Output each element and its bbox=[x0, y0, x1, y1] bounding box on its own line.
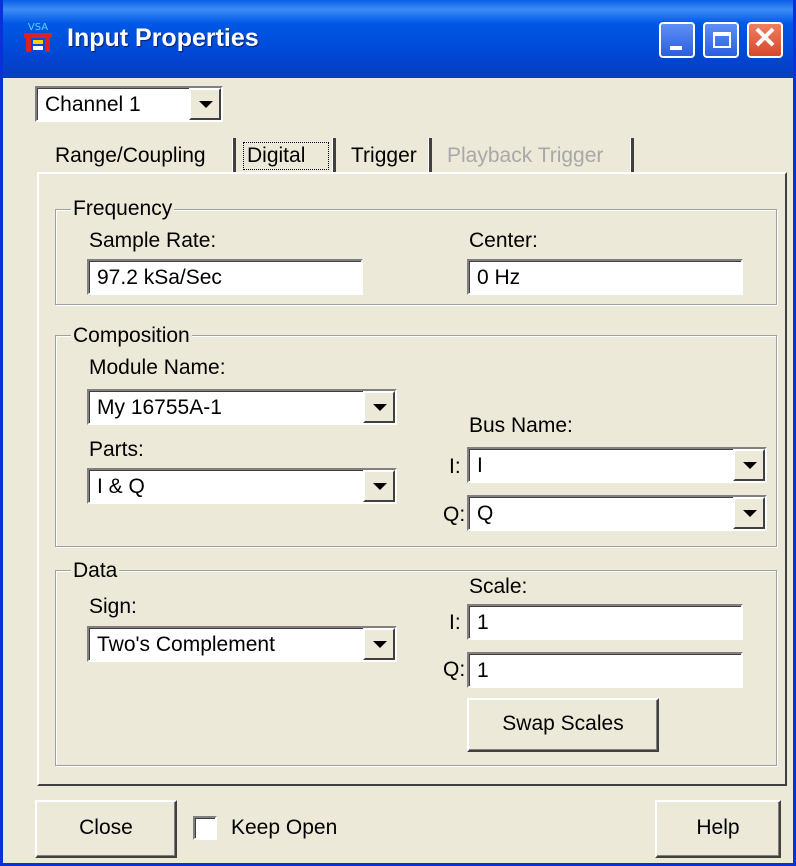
parts-value: I & Q bbox=[97, 475, 145, 498]
bus-i-label: I: bbox=[449, 455, 461, 478]
frequency-group-title: Frequency bbox=[71, 196, 175, 222]
window-title: Input Properties bbox=[67, 24, 259, 52]
minimize-icon bbox=[670, 46, 682, 50]
scale-label: Scale: bbox=[469, 575, 528, 598]
keep-open-checkbox[interactable] bbox=[193, 816, 217, 840]
keep-open-label: Keep Open bbox=[231, 816, 338, 839]
scale-q-input[interactable]: 1 bbox=[467, 652, 743, 688]
sign-label: Sign: bbox=[89, 595, 137, 618]
channel-select-value: Channel 1 bbox=[45, 93, 141, 116]
bus-q-value: Q bbox=[477, 502, 494, 525]
app-icon: VSA bbox=[24, 22, 52, 52]
scale-i-label: I: bbox=[449, 611, 461, 634]
close-button[interactable]: Close bbox=[35, 800, 177, 858]
bus-i-value: I bbox=[477, 454, 483, 477]
tab-focus-ring bbox=[243, 142, 329, 170]
bus-i-select[interactable]: I bbox=[467, 447, 767, 483]
tab-separator bbox=[333, 138, 336, 174]
chevron-down-icon bbox=[743, 510, 757, 517]
tab-separator bbox=[233, 138, 236, 174]
bus-q-select[interactable]: Q bbox=[467, 495, 767, 531]
bus-i-dropdown-button[interactable] bbox=[733, 449, 765, 481]
help-button[interactable]: Help bbox=[655, 800, 781, 858]
input-properties-window: VSA Input Properties ✕ Channel 1 Range/C… bbox=[0, 0, 796, 866]
parts-label: Parts: bbox=[89, 438, 144, 461]
svg-text:VSA: VSA bbox=[28, 22, 48, 33]
chevron-down-icon bbox=[373, 641, 387, 648]
chevron-down-icon bbox=[743, 462, 757, 469]
center-input[interactable]: 0 Hz bbox=[467, 259, 743, 295]
tab-playback-trigger[interactable]: Playback Trigger bbox=[441, 136, 609, 176]
close-window-button[interactable]: ✕ bbox=[747, 22, 783, 58]
maximize-button[interactable] bbox=[703, 22, 739, 58]
channel-select-dropdown-button[interactable] bbox=[189, 88, 221, 120]
module-name-label: Module Name: bbox=[89, 356, 226, 379]
parts-select[interactable]: I & Q bbox=[87, 468, 397, 504]
bus-q-dropdown-button[interactable] bbox=[733, 497, 765, 529]
bus-q-label: Q: bbox=[443, 503, 466, 526]
tab-range-coupling[interactable]: Range/Coupling bbox=[49, 136, 212, 176]
data-group-title: Data bbox=[71, 558, 120, 584]
chevron-down-icon bbox=[199, 101, 213, 108]
minimize-button[interactable] bbox=[659, 22, 695, 58]
scale-q-label: Q: bbox=[443, 658, 466, 681]
channel-select[interactable]: Channel 1 bbox=[35, 86, 223, 122]
scale-i-input[interactable]: 1 bbox=[467, 604, 743, 640]
parts-dropdown-button[interactable] bbox=[363, 470, 395, 502]
title-bar[interactable]: VSA Input Properties ✕ bbox=[3, 0, 793, 78]
module-name-value: My 16755A-1 bbox=[97, 396, 222, 419]
sample-rate-input[interactable]: 97.2 kSa/Sec bbox=[87, 259, 363, 295]
center-label: Center: bbox=[469, 229, 538, 252]
sign-select[interactable]: Two's Complement bbox=[87, 626, 397, 662]
composition-group-title: Composition bbox=[71, 323, 192, 349]
maximize-icon bbox=[713, 32, 731, 48]
module-name-select[interactable]: My 16755A-1 bbox=[87, 389, 397, 425]
sample-rate-label: Sample Rate: bbox=[89, 229, 217, 252]
tab-trigger[interactable]: Trigger bbox=[345, 136, 423, 176]
chevron-down-icon bbox=[373, 483, 387, 490]
module-name-dropdown-button[interactable] bbox=[363, 391, 395, 423]
bus-name-label: Bus Name: bbox=[469, 414, 573, 437]
chevron-down-icon bbox=[373, 404, 387, 411]
sign-dropdown-button[interactable] bbox=[363, 628, 395, 660]
close-icon: ✕ bbox=[752, 22, 778, 55]
swap-scales-button[interactable]: Swap Scales bbox=[467, 698, 659, 752]
sign-value: Two's Complement bbox=[97, 633, 275, 656]
tab-separator bbox=[429, 138, 432, 174]
tab-separator bbox=[631, 138, 634, 174]
